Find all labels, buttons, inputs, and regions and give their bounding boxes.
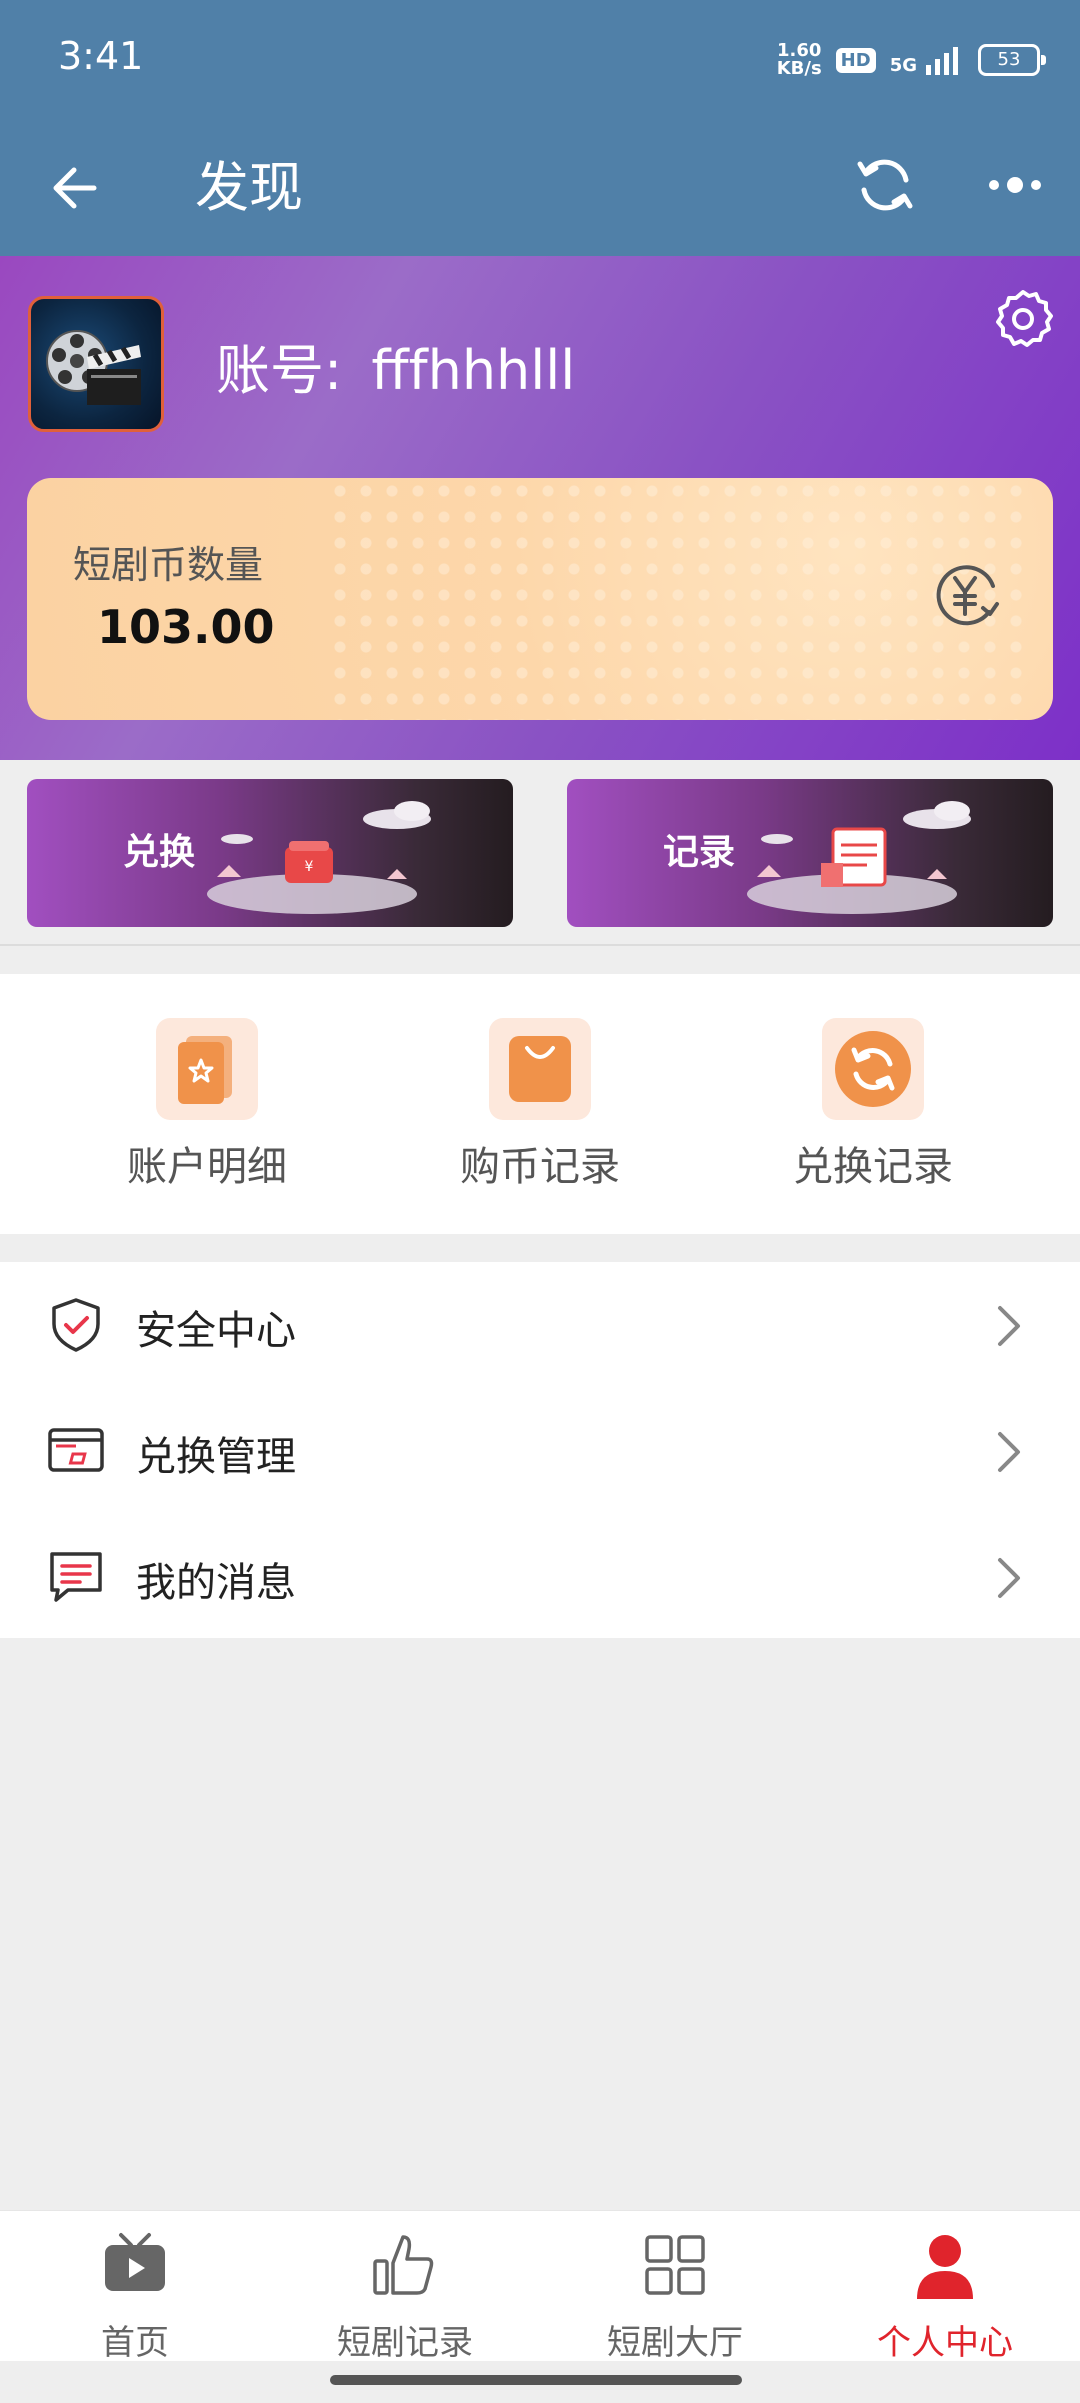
coin-balance-card: 短剧币数量 103.00 — [27, 478, 1053, 720]
tab-label: 首页 — [101, 2323, 169, 2363]
shortcut-account-details[interactable]: 账户明细 — [97, 1018, 317, 1192]
signal-icon: 5G — [890, 45, 964, 75]
film-clapper-icon — [46, 330, 141, 405]
battery-icon: 53 — [978, 44, 1046, 76]
record-banner[interactable]: 记录 — [567, 779, 1053, 927]
exchange-cycle-icon — [822, 1018, 924, 1120]
settings-menu: 安全中心 兑换管理 我的消息 — [0, 1262, 1080, 1638]
more-options-icon[interactable] — [980, 150, 1050, 220]
notebook-illustration-icon — [747, 801, 971, 914]
document-star-icon — [156, 1018, 258, 1120]
record-banner-label: 记录 — [663, 832, 736, 873]
hd-badge: HD — [835, 47, 876, 73]
menu-item-my-messages[interactable]: 我的消息 — [0, 1514, 1080, 1640]
menu-label: 兑换管理 — [136, 1434, 296, 1480]
coin-label: 短剧币数量 — [73, 543, 264, 587]
refresh-icon[interactable] — [850, 150, 920, 220]
page-title: 发现 — [195, 156, 303, 219]
net-speed: 1.60 KB/s — [776, 40, 822, 79]
menu-label: 安全中心 — [136, 1308, 296, 1354]
app-bar: 发现 — [0, 120, 1080, 256]
coin-value: 103.00 — [97, 600, 275, 654]
shortcut-label: 兑换记录 — [793, 1144, 953, 1190]
thumbs-up-icon — [373, 2235, 434, 2295]
shopping-bag-icon — [489, 1018, 591, 1120]
back-arrow-icon[interactable] — [44, 156, 108, 220]
card-icon — [48, 1428, 104, 1472]
exchange-banner-label: 兑换 — [123, 832, 196, 873]
tab-drama-records[interactable]: 短剧记录 — [270, 2229, 540, 2364]
profile-header: 账号: fffhhhlll 短剧币数量 103.00 — [0, 256, 1080, 760]
decorative-pattern — [327, 478, 1027, 720]
divider — [0, 944, 1080, 946]
tab-label: 短剧记录 — [337, 2323, 473, 2363]
shortcut-grid: 账户明细 购币记录 兑换记录 — [0, 974, 1080, 1234]
shortcut-label: 购币记录 — [460, 1144, 620, 1190]
home-indicator[interactable] — [330, 2375, 742, 2385]
tab-personal-center[interactable]: 个人中心 — [810, 2229, 1080, 2364]
svg-text:¥: ¥ — [305, 859, 314, 875]
status-bar: 3:41 1.60 KB/s HD 5G 53 — [0, 0, 1080, 120]
bottom-tab-bar: 首页 短剧记录 短剧大厅 个人中心 — [0, 2210, 1080, 2364]
account-value: fffhhhlll — [371, 339, 576, 402]
tab-drama-hall[interactable]: 短剧大厅 — [540, 2229, 810, 2364]
shortcut-exchange-records[interactable]: 兑换记录 — [763, 1018, 983, 1192]
yen-exchange-icon[interactable] — [927, 556, 1005, 634]
tv-play-icon — [105, 2233, 165, 2291]
menu-item-security-center[interactable]: 安全中心 — [0, 1262, 1080, 1388]
person-icon — [917, 2235, 973, 2299]
grid-icon — [645, 2235, 705, 2295]
shortcut-label: 账户明细 — [127, 1144, 287, 1190]
signal-bars-icon — [926, 47, 958, 75]
status-time: 3:41 — [58, 34, 144, 78]
settings-gear-icon[interactable] — [990, 286, 1056, 352]
tab-home[interactable]: 首页 — [0, 2229, 270, 2364]
chevron-right-icon — [998, 1306, 1020, 1346]
message-icon — [50, 1552, 102, 1602]
tab-label: 个人中心 — [877, 2323, 1013, 2363]
menu-item-exchange-management[interactable]: 兑换管理 — [0, 1388, 1080, 1514]
account-info: 账号: fffhhhlll — [216, 326, 575, 405]
exchange-banner[interactable]: 兑换 ¥ — [27, 779, 513, 927]
wallet-illustration-icon: ¥ — [207, 801, 431, 914]
shortcut-purchase-records[interactable]: 购币记录 — [430, 1018, 650, 1192]
account-label: 账号: — [216, 339, 343, 402]
avatar[interactable] — [28, 296, 164, 432]
chevron-right-icon — [998, 1432, 1020, 1472]
menu-label: 我的消息 — [136, 1560, 296, 1606]
chevron-right-icon — [998, 1558, 1020, 1598]
tab-label: 短剧大厅 — [607, 2323, 743, 2363]
shield-check-icon — [52, 1298, 100, 1352]
status-icons: 1.60 KB/s HD 5G 53 — [776, 38, 1046, 82]
